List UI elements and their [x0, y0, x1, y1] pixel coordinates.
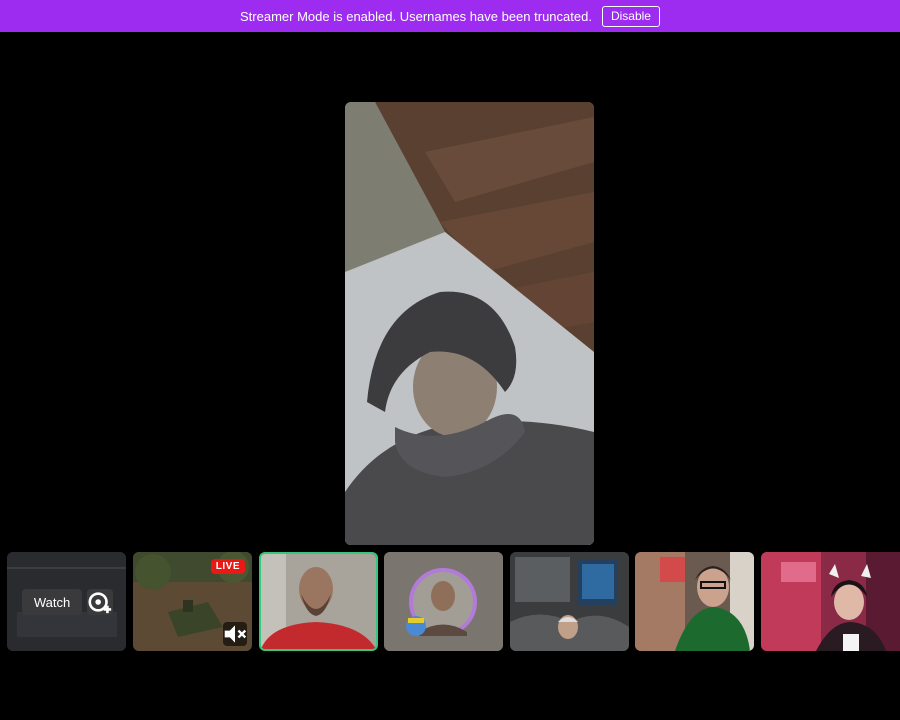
streamer-mode-message: Streamer Mode is enabled. Usernames have…: [240, 8, 592, 24]
streamer-mode-banner: Streamer Mode is enabled. Usernames have…: [0, 0, 900, 32]
add-squad-button[interactable]: [87, 589, 113, 615]
main-video-feed[interactable]: [345, 102, 594, 545]
tile-7-webcam-image: [761, 552, 900, 651]
participant-tile-4[interactable]: [384, 552, 503, 651]
watch-button[interactable]: Watch: [22, 589, 82, 615]
add-squad-icon: [88, 592, 112, 614]
participant-tile-3-selected[interactable]: [259, 552, 378, 651]
mute-button[interactable]: [223, 622, 247, 646]
tile-6-webcam-image: [635, 552, 754, 651]
main-video-image: [345, 102, 594, 545]
tile-5-webcam-image: [510, 552, 629, 651]
participant-tile-6[interactable]: [635, 552, 754, 651]
participant-tile-2[interactable]: LIVE: [133, 552, 252, 651]
tile-4-avatar: [384, 552, 503, 651]
participant-tile-1[interactable]: Watch: [7, 552, 126, 651]
participant-tile-5[interactable]: [510, 552, 629, 651]
participant-tile-7[interactable]: [761, 552, 900, 651]
live-badge: LIVE: [210, 559, 245, 574]
tile-3-webcam-image: [261, 554, 376, 649]
disable-button[interactable]: Disable: [601, 5, 660, 27]
participant-strip: Watch LIVE: [0, 552, 900, 652]
mute-icon: [224, 625, 247, 643]
